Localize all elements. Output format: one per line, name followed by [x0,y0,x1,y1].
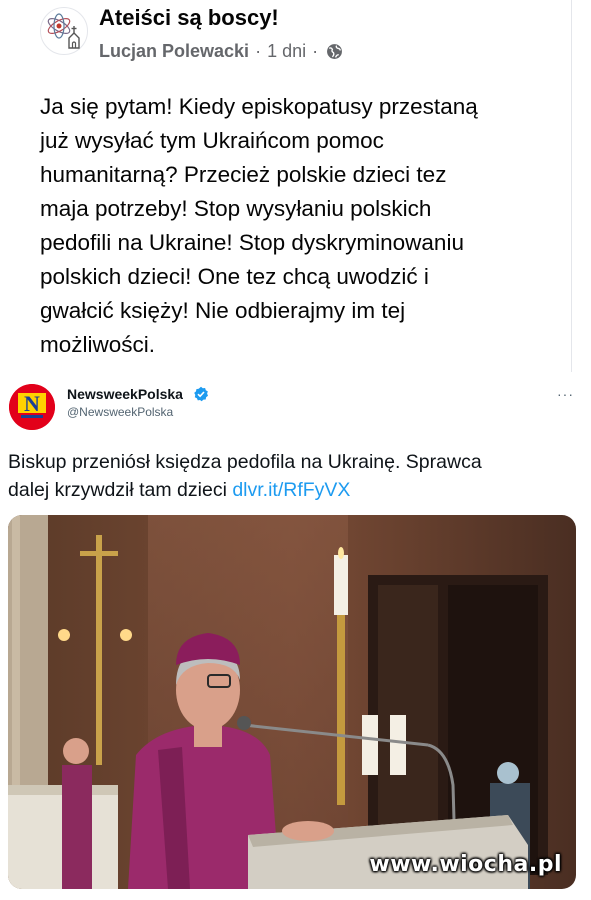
embedded-tweet[interactable]: N NewsweekPolska @NewsweekPolska ··· Bis… [0,372,591,900]
tweet-handle[interactable]: @NewsweekPolska [67,405,173,419]
post-border [571,0,572,372]
post-meta: Lucjan Polewacki · 1 dni · [99,41,343,62]
post-text-line: polskich dzieci! One tez chcą uwodzić i [40,264,429,289]
meta-separator: · [255,41,262,61]
group-name[interactable]: Ateiści są boscy! [99,5,279,31]
author-name[interactable]: Lucjan Polewacki [99,41,249,62]
post-text-line: gwałcić księży! Nie odbierajmy im tej [40,298,406,323]
post-text-line: już wysyłać tym Ukraińcom pomoc [40,128,384,153]
watermark: www.wiocha.pl [369,852,562,877]
tweet-text: Biskup przeniósł księdza pedofila na Ukr… [8,448,578,504]
post-text-line: pedofili na Ukraine! Stop dyskryminowani… [40,230,464,255]
post-text-line: możliwości. [40,332,156,357]
atom-church-icon [47,13,80,49]
newsweek-logo-icon[interactable]: N [9,384,55,430]
post-text: Ja się pytam! Kiedy episkopatusy przesta… [40,90,570,362]
meta-separator: · [312,41,319,61]
more-options-icon[interactable]: ··· [557,386,574,402]
group-avatar[interactable] [40,7,88,55]
verified-badge-icon [194,386,208,402]
facebook-post: Ateiści są boscy! Lucjan Polewacki · 1 d… [0,0,591,372]
globe-icon[interactable] [326,43,343,60]
post-text-line: humanitarną? Przecież polskie dzieci tez [40,162,447,187]
tweet-account-name[interactable]: NewsweekPolska [67,386,183,402]
tweet-text-line: Biskup przeniósł księdza pedofila na Ukr… [8,451,482,473]
post-text-line: maja potrzeby! Stop wysyłaniu polskich [40,196,432,221]
tweet-text-line-2: dalej krzywdził tam dzieci dlvr.it/RfFyV… [8,476,578,504]
post-text-line: Ja się pytam! Kiedy episkopatusy przesta… [40,94,478,119]
svg-text:N: N [24,391,40,416]
post-time[interactable]: 1 dni [267,41,306,62]
tweet-text-line-2-prefix: dalej krzywdził tam dzieci [8,479,233,501]
tweet-link[interactable]: dlvr.it/RfFyVX [232,479,350,501]
bishop-at-lectern-photo[interactable]: www.wiocha.pl [8,515,576,889]
